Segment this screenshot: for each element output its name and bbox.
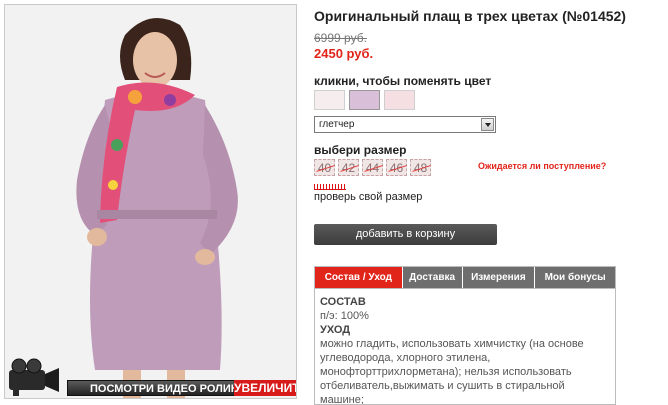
size-label: выбери размер [314,143,407,157]
color-select-value: глетчер [319,119,355,130]
info-tabs: Состав / Уход Доставка Измерения Мои бон… [314,266,616,405]
check-size-link[interactable]: проверь свой размер [314,191,422,203]
size-option[interactable]: 42 [338,159,359,176]
size-option[interactable]: 44 [362,159,383,176]
tab-content: СОСТАВ п/э: 100% УХОД можно гладить, исп… [315,289,615,405]
care-text: можно гладить, использовать химчистку (н… [320,338,584,405]
video-camera-icon[interactable] [7,354,65,398]
availability-link[interactable]: Ожидается ли поступление? [478,161,606,171]
old-price: 6999 руб. [314,31,367,45]
tab-bonuses[interactable]: Мои бонусы [535,267,615,288]
new-price: 2450 руб. [314,46,374,61]
color-swatch[interactable] [384,90,415,110]
watch-video-link[interactable]: посмотри видео ролик [67,380,239,396]
size-option[interactable]: 40 [314,159,335,176]
color-select[interactable]: глетчер [314,116,496,133]
size-option[interactable]: 48 [410,159,431,176]
ruler-icon [314,184,346,190]
color-swatch[interactable] [314,90,345,110]
tab-bar: Состав / Уход Доставка Измерения Мои бон… [315,267,615,289]
composition-value: п/э: 100% [320,310,369,322]
color-swatch[interactable] [349,90,380,110]
size-option[interactable]: 46 [386,159,407,176]
composition-heading: СОСТАВ [320,296,366,308]
care-heading: УХОД [320,324,351,336]
tab-composition-care[interactable]: Состав / Уход [315,267,403,288]
zoom-button[interactable]: увеличить [234,380,296,396]
tab-delivery[interactable]: Доставка [402,267,463,288]
color-label: кликни, чтобы поменять цвет [314,74,492,88]
product-title: Оригинальный плащ в трех цветах (№01452) [314,8,626,24]
chevron-down-icon[interactable] [481,118,494,131]
tab-measurements[interactable]: Измерения [462,267,536,288]
model-in-raincoat-image [5,5,296,398]
product-photo[interactable]: посмотри видео ролик увеличить [4,4,297,399]
color-swatches [314,90,415,110]
add-to-cart-button[interactable]: добавить в корзину [314,224,497,245]
size-options: 40 42 44 46 48 [314,159,431,176]
